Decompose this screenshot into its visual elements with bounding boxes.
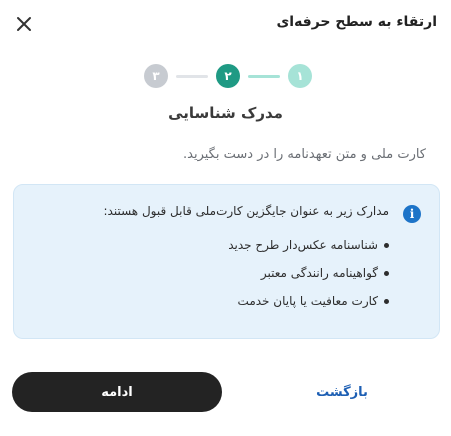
step-title: مدرک شناسایی bbox=[168, 104, 283, 122]
list-item: گواهینامه رانندگی معتبر bbox=[261, 266, 389, 280]
step-connector bbox=[176, 75, 208, 78]
list-item-label: کارت معافیت یا پایان خدمت bbox=[237, 294, 378, 308]
step-connector bbox=[248, 75, 280, 78]
info-box: i مدارک زیر به عنوان جایگزین کارت‌ملی قا… bbox=[13, 184, 440, 339]
info-title: مدارک زیر به عنوان جایگزین کارت‌ملی قابل… bbox=[103, 204, 389, 218]
step-1-label: ۱ bbox=[296, 69, 304, 83]
continue-button[interactable]: ادامه bbox=[12, 372, 222, 412]
step-2: ۲ bbox=[216, 64, 240, 88]
bullet-icon bbox=[384, 242, 389, 248]
bullet-icon bbox=[384, 298, 389, 304]
info-icon: i bbox=[403, 205, 421, 223]
back-button[interactable]: بازگشت bbox=[282, 372, 402, 412]
dialog-title: ارتقاء به سطح حرفه‌ای bbox=[276, 14, 437, 30]
list-item-label: گواهینامه رانندگی معتبر bbox=[260, 266, 378, 280]
list-item-label: شناسنامه عکس‌دار طرح جدید bbox=[228, 238, 378, 252]
dialog-header: ارتقاء به سطح حرفه‌ای bbox=[0, 0, 451, 48]
close-button[interactable] bbox=[12, 12, 36, 36]
bullet-icon bbox=[384, 270, 389, 276]
step-1: ۱ bbox=[288, 64, 312, 88]
step-3-label: ۳ bbox=[152, 69, 160, 83]
list-item: کارت معافیت یا پایان خدمت bbox=[238, 294, 389, 308]
progress-stepper: ۳ ۲ ۱ bbox=[0, 63, 451, 89]
close-icon bbox=[17, 17, 31, 31]
list-item: شناسنامه عکس‌دار طرح جدید bbox=[228, 238, 389, 252]
step-2-label: ۲ bbox=[224, 69, 232, 83]
step-description: کارت ملی و متن تعهدنامه را در دست بگیرید… bbox=[183, 147, 426, 162]
step-3: ۳ bbox=[144, 64, 168, 88]
